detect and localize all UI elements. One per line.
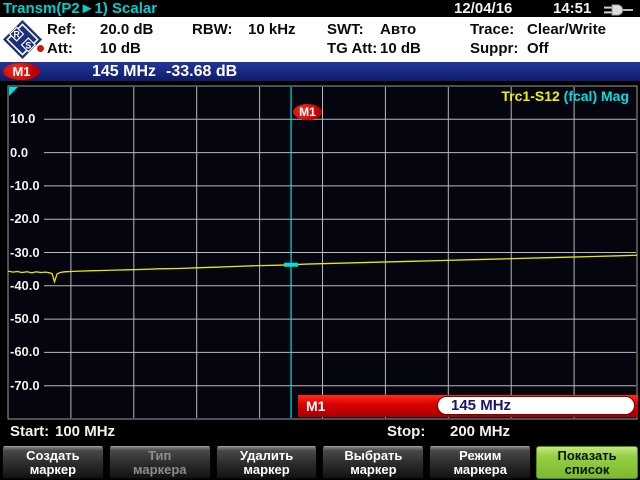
y-axis-tick-label: -10.0 xyxy=(10,178,40,193)
trace-label: Trc1-S12 (fcal) Mag xyxy=(501,88,629,104)
frequency-range-bar: Start: 100 MHz Stop: 200 MHz xyxy=(0,421,640,445)
softkey-label-line: Тип xyxy=(110,449,210,463)
marker-frequency-value: 145 MHz xyxy=(438,397,634,414)
softkey-label-line: маркера xyxy=(430,463,530,477)
softkey-select-marker[interactable]: Выбратьмаркер xyxy=(322,446,424,479)
marker-frequency-input[interactable]: 145 MHz xyxy=(437,396,635,415)
y-axis-tick-label: 10.0 xyxy=(10,111,35,126)
softkey-label-line: список xyxy=(537,463,637,477)
softkey-label-line: Удалить xyxy=(217,449,317,463)
marker-position-tick xyxy=(284,263,298,267)
marker-m1-flag[interactable]: M1 xyxy=(293,104,322,120)
y-axis-tick-label: -50.0 xyxy=(10,311,40,326)
trace-reference-corner-icon xyxy=(9,87,18,96)
softkey-new-marker[interactable]: Создатьмаркер xyxy=(2,446,104,479)
softkey-label-line: Создать xyxy=(3,449,103,463)
y-axis-tick-label: -60.0 xyxy=(10,344,40,359)
start-label: Start: xyxy=(10,423,49,440)
softkey-label-line: Показать xyxy=(537,449,637,463)
softkey-label-line: маркер xyxy=(3,463,103,477)
marker-entry-bar: M1 145 MHz xyxy=(298,395,638,417)
trace-mode-label: (fcal) Mag xyxy=(560,88,629,104)
marker-entry-name: M1 xyxy=(306,395,325,417)
softkey-label-line: маркер xyxy=(323,463,423,477)
softkey-label-line: Выбрать xyxy=(323,449,423,463)
softkey-show-list[interactable]: Показатьсписок xyxy=(536,446,638,479)
softkey-label-line: маркер xyxy=(217,463,317,477)
instrument-screen: Transm(P2►1) Scalar 12/04/16 14:51 R S R… xyxy=(0,0,640,480)
y-axis-tick-label: -20.0 xyxy=(10,211,40,226)
trace-name-label: Trc1-S12 xyxy=(501,88,559,104)
start-frequency-value: 100 MHz xyxy=(55,423,115,440)
y-axis-tick-label: -30.0 xyxy=(10,245,40,260)
softkey-bar: СоздатьмаркерТипмаркераУдалитьмаркерВыбр… xyxy=(0,445,640,480)
softkey-label-line: Режим xyxy=(430,449,530,463)
stop-label: Stop: xyxy=(387,423,425,440)
softkey-label-line: маркера xyxy=(110,463,210,477)
y-axis-tick-label: 0.0 xyxy=(10,145,28,160)
softkey-marker-mode[interactable]: Режиммаркера xyxy=(429,446,531,479)
softkey-marker-type: Типмаркера xyxy=(109,446,211,479)
stop-frequency-value: 200 MHz xyxy=(450,423,510,440)
y-axis-tick-label: -40.0 xyxy=(10,278,40,293)
softkey-delete-marker[interactable]: Удалитьмаркер xyxy=(216,446,318,479)
y-axis-tick-label: -70.0 xyxy=(10,378,40,393)
